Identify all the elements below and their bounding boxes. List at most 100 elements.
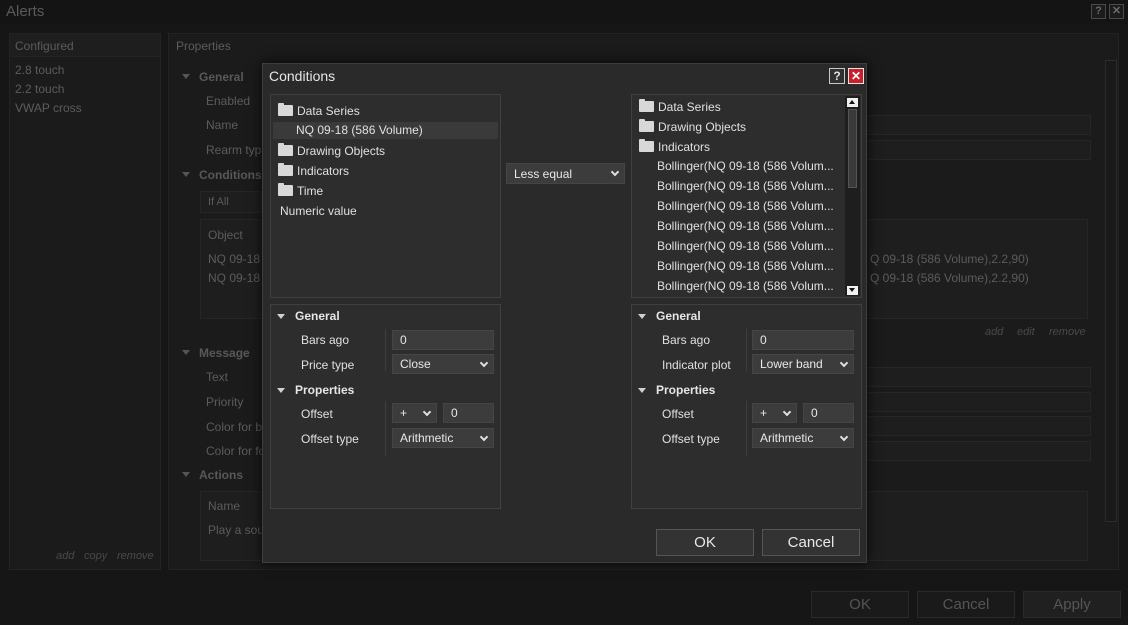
offset-type-select[interactable]: Arithmetic — [752, 428, 854, 448]
condition-row-right[interactable]: Q 09-18 (586 Volume),2.2,90) — [870, 271, 1029, 285]
bars-ago-label: Bars ago — [662, 333, 711, 347]
chevron-down-icon — [610, 167, 620, 177]
collapse-icon[interactable] — [638, 314, 646, 319]
collapse-icon[interactable] — [182, 472, 190, 477]
configured-item[interactable]: 2.8 touch — [15, 63, 64, 77]
offset-value-input[interactable]: 0 — [803, 403, 854, 423]
condition-row-right[interactable]: Q 09-18 (586 Volume),2.2,90) — [870, 252, 1029, 266]
alerts-close-button[interactable]: ✕ — [1109, 4, 1124, 19]
tree-scrollbar[interactable] — [845, 96, 860, 296]
offset-value-input[interactable]: 0 — [443, 403, 494, 423]
column-divider — [385, 329, 386, 371]
tree-item-bollinger[interactable]: Bollinger(NQ 09-18 (586 Volum... — [657, 279, 834, 293]
collapse-icon[interactable] — [182, 74, 190, 79]
tree-item-bollinger[interactable]: Bollinger(NQ 09-18 (586 Volum... — [657, 259, 834, 273]
tree-item-numeric-value[interactable]: Numeric value — [280, 204, 357, 218]
column-divider — [385, 401, 386, 456]
message-text-field[interactable] — [866, 367, 1091, 387]
tree-item-nq-series[interactable]: NQ 09-18 (586 Volume) — [296, 123, 423, 137]
tree-item-indicators[interactable]: Indicators — [639, 139, 710, 154]
color-back-select[interactable] — [866, 416, 1091, 436]
column-divider — [746, 329, 747, 371]
offset-label: Offset — [301, 407, 333, 421]
price-type-select[interactable]: Close — [392, 354, 494, 374]
alerts-apply-button[interactable]: Apply — [1023, 591, 1121, 618]
collapse-icon[interactable] — [182, 350, 190, 355]
actions-section-header: Actions — [199, 468, 244, 482]
message-section-header: Message — [199, 346, 250, 360]
tree-item-drawing-objects[interactable]: Drawing Objects — [639, 119, 746, 134]
offset-type-label: Offset type — [662, 432, 720, 446]
bars-ago-input[interactable]: 0 — [392, 330, 494, 350]
cancel-button[interactable]: Cancel — [762, 529, 860, 556]
priority-select[interactable] — [866, 392, 1091, 412]
tree-item-bollinger[interactable]: Bollinger(NQ 09-18 (586 Volum... — [657, 219, 834, 233]
folder-icon — [639, 119, 654, 132]
tree-item-bollinger[interactable]: Bollinger(NQ 09-18 (586 Volum... — [657, 199, 834, 213]
general-section-header: General — [199, 70, 244, 84]
collapse-icon[interactable] — [638, 388, 646, 393]
offset-sign-select[interactable]: + — [392, 403, 437, 423]
offset-label: Offset — [662, 407, 694, 421]
arrow-up-icon — [849, 100, 855, 104]
configured-remove-link[interactable]: remove — [117, 550, 154, 562]
configured-copy-link[interactable]: copy — [84, 550, 107, 562]
tree-item-indicators[interactable]: Indicators — [278, 163, 349, 178]
help-icon[interactable]: ? — [829, 68, 845, 84]
offset-type-select[interactable]: Arithmetic — [392, 428, 494, 448]
folder-icon — [639, 99, 654, 112]
properties-header: Properties — [295, 383, 355, 397]
message-row-label: Color for b — [206, 420, 263, 434]
tree-item-bollinger[interactable]: Bollinger(NQ 09-18 (586 Volum... — [657, 159, 834, 173]
left-properties-panel: General Bars ago 0 Price type Close Prop… — [270, 304, 501, 509]
tree-item-bollinger[interactable]: Bollinger(NQ 09-18 (586 Volum... — [657, 179, 834, 193]
properties-scrollbar[interactable] — [1105, 60, 1117, 522]
condition-remove-link[interactable]: remove — [1049, 326, 1086, 338]
folder-icon — [278, 143, 293, 156]
bars-ago-input[interactable]: 0 — [752, 330, 854, 350]
offset-sign-select[interactable]: + — [752, 403, 797, 423]
right-properties-panel: General Bars ago 0 Indicator plot Lower … — [631, 304, 862, 509]
condition-add-link[interactable]: add — [985, 326, 1003, 338]
configured-add-link[interactable]: add — [56, 550, 74, 562]
folder-open-icon — [278, 103, 293, 116]
chevron-down-icon — [839, 432, 849, 442]
collapse-icon[interactable] — [182, 172, 190, 177]
conditions-section-header: Conditions — [199, 168, 262, 182]
tree-item-data-series[interactable]: Data Series — [639, 99, 721, 114]
properties-header: Properties — [656, 383, 716, 397]
tree-item-data-series[interactable]: Data Series — [278, 103, 360, 118]
message-row-label: Color for fo — [206, 444, 266, 458]
alerts-help-button[interactable]: ? — [1091, 4, 1106, 19]
ok-button[interactable]: OK — [656, 529, 754, 556]
alerts-title: Alerts — [6, 3, 45, 20]
color-fore-select[interactable] — [866, 441, 1091, 461]
bars-ago-label: Bars ago — [301, 333, 350, 347]
alerts-cancel-button[interactable]: Cancel — [917, 591, 1015, 618]
condition-row[interactable]: NQ 09-18 — [208, 252, 260, 266]
operator-value: Less equal — [514, 167, 573, 181]
chevron-down-icon — [422, 407, 432, 417]
configured-item[interactable]: VWAP cross — [15, 101, 82, 115]
folder-open-icon — [639, 139, 654, 152]
operator-select[interactable]: Less equal — [506, 163, 625, 184]
indicator-plot-select[interactable]: Lower band — [752, 354, 854, 374]
indicator-plot-label: Indicator plot — [662, 358, 731, 372]
action-row[interactable]: Play a sou — [208, 523, 264, 537]
scroll-down-button[interactable] — [847, 286, 858, 295]
scroll-up-button[interactable] — [847, 98, 858, 107]
offset-type-label: Offset type — [301, 432, 359, 446]
collapse-icon[interactable] — [277, 314, 285, 319]
tree-item-drawing-objects[interactable]: Drawing Objects — [278, 143, 385, 158]
rearm-select[interactable] — [866, 140, 1091, 160]
tree-item-time[interactable]: Time — [278, 183, 323, 198]
name-field[interactable] — [866, 115, 1091, 135]
configured-item[interactable]: 2.2 touch — [15, 82, 64, 96]
condition-row[interactable]: NQ 09-18 — [208, 271, 260, 285]
alerts-ok-button[interactable]: OK — [811, 591, 909, 618]
condition-edit-link[interactable]: edit — [1017, 326, 1035, 338]
tree-item-bollinger[interactable]: Bollinger(NQ 09-18 (586 Volum... — [657, 239, 834, 253]
close-icon[interactable]: ✕ — [848, 68, 864, 84]
collapse-icon[interactable] — [277, 388, 285, 393]
scroll-thumb[interactable] — [848, 109, 857, 188]
